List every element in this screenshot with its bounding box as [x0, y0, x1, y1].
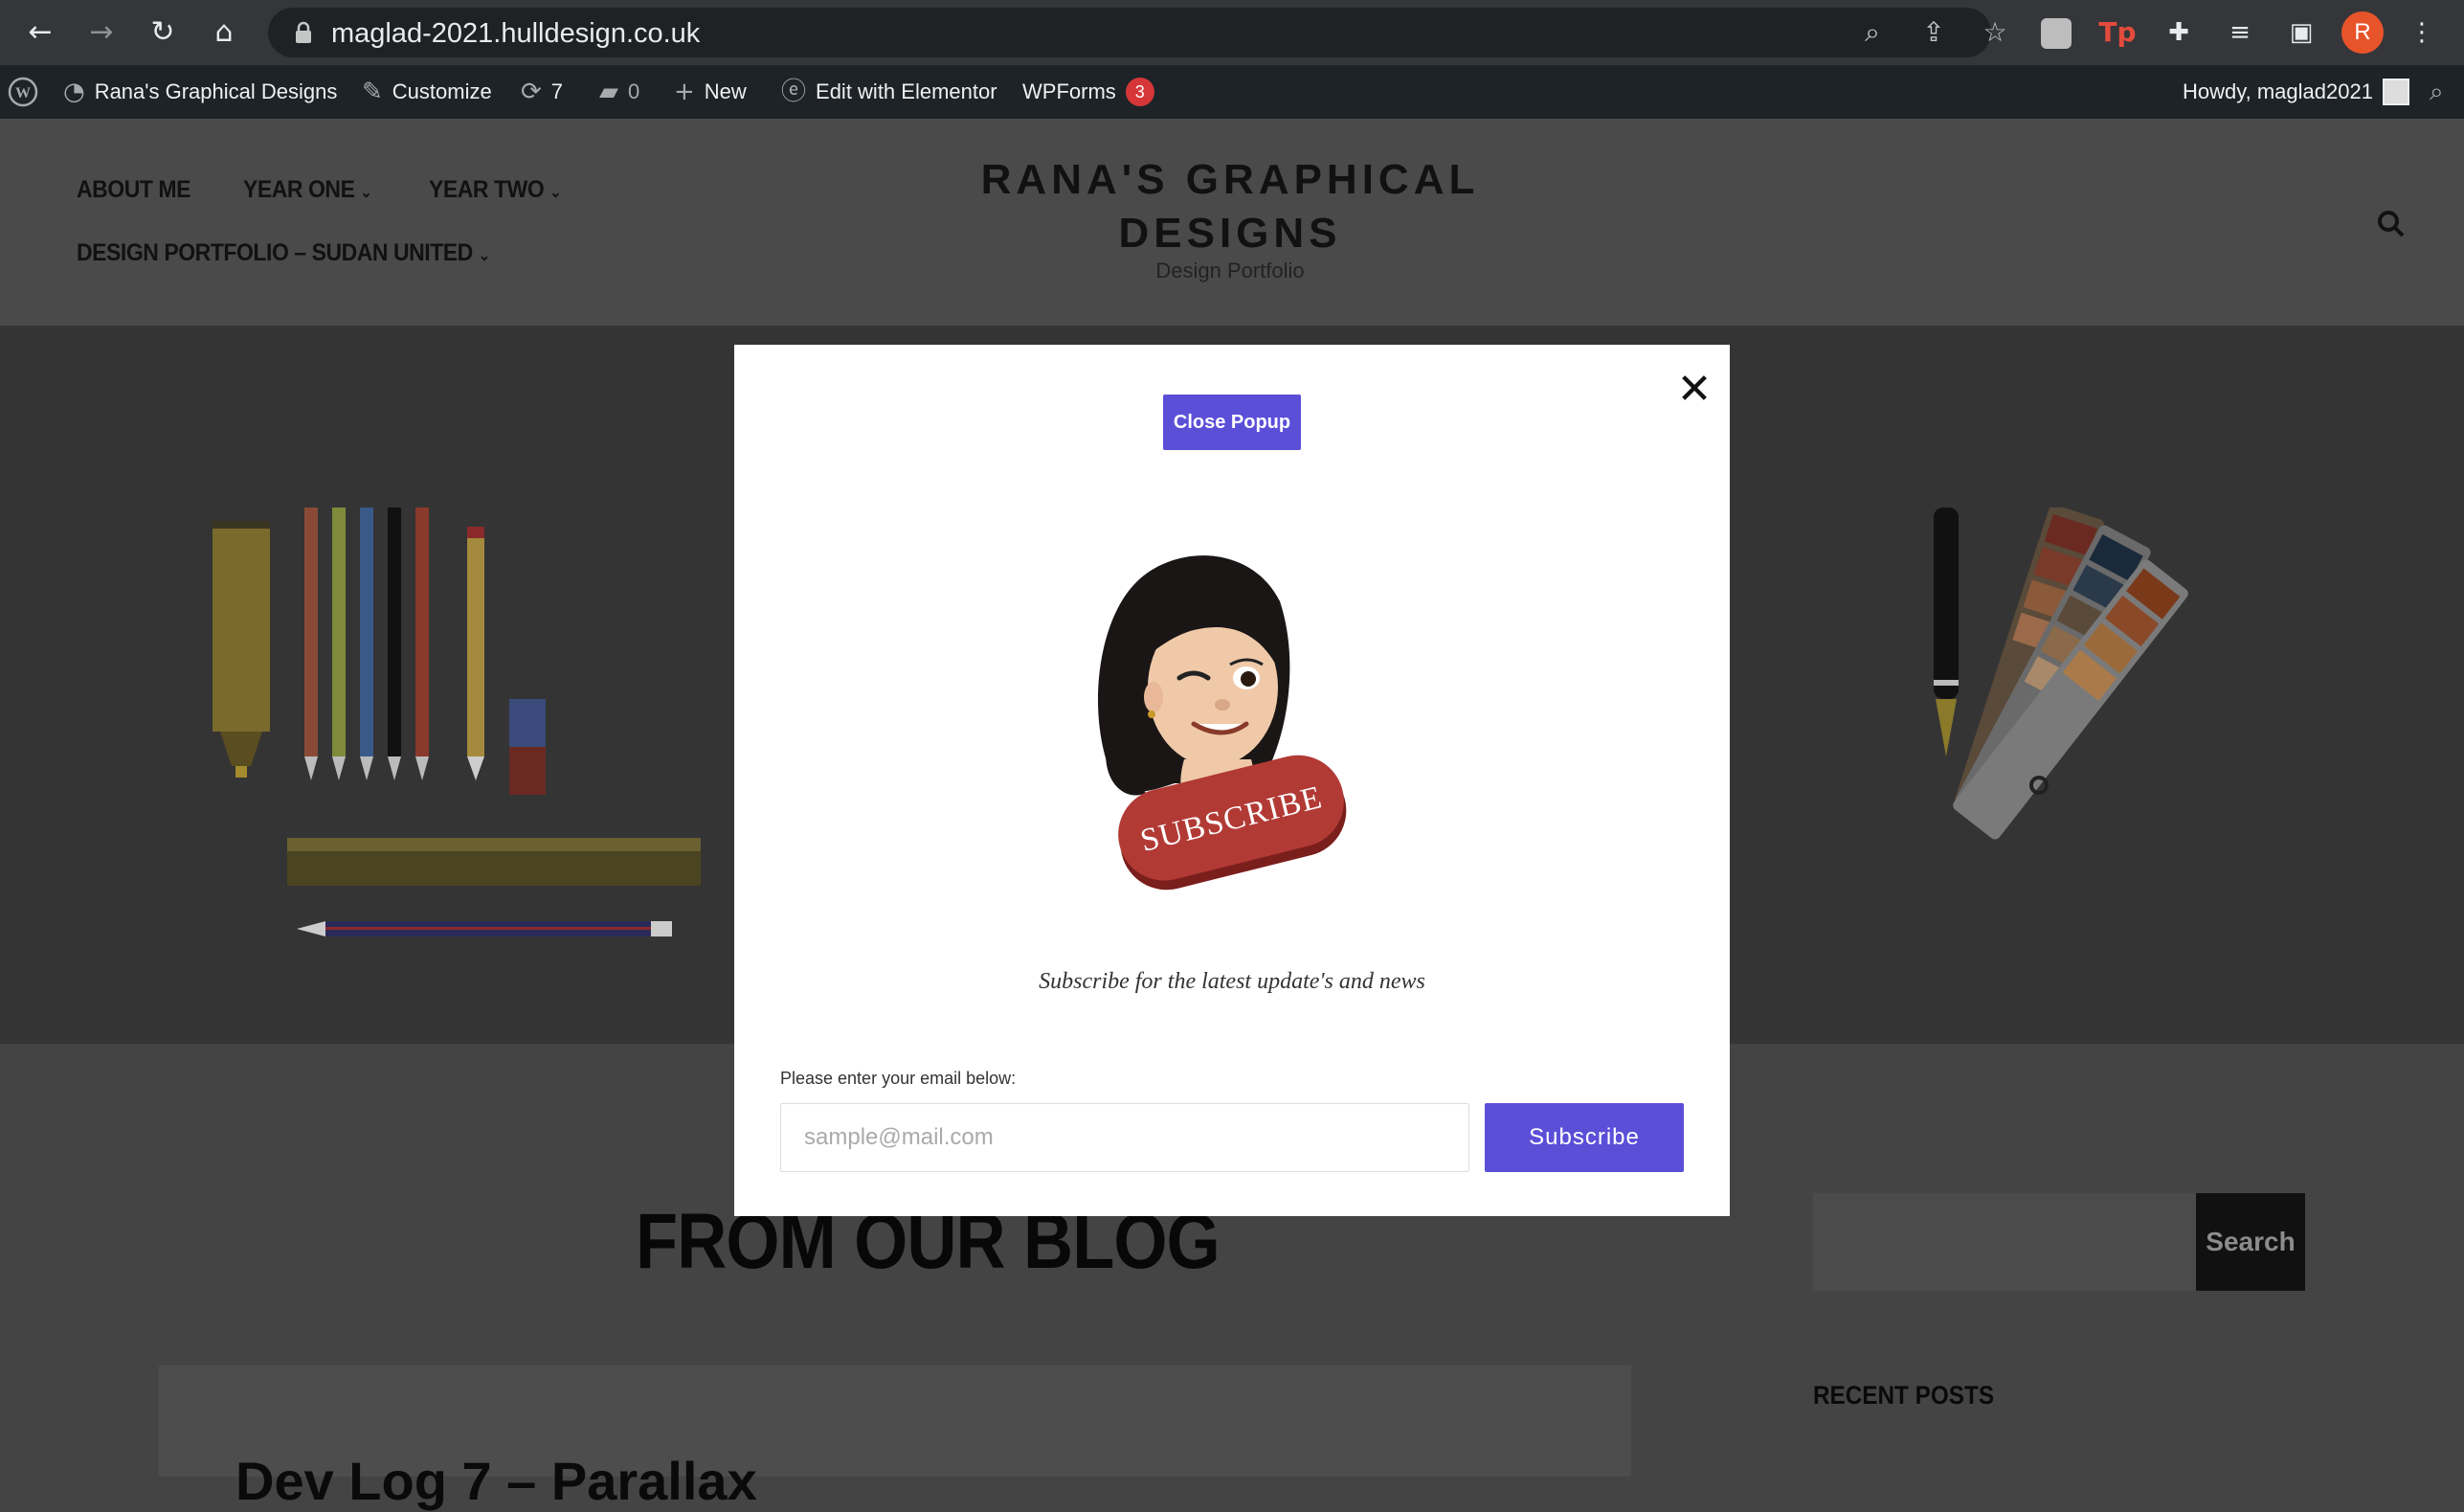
- search-icon[interactable]: [2372, 205, 2410, 243]
- tp-extension-icon[interactable]: Tp: [2098, 13, 2137, 52]
- subscribe-avatar-image: SUBSCRIBE: [1098, 555, 1347, 891]
- menu-item-year-two[interactable]: YEAR TWO ⌄: [429, 176, 562, 204]
- post-card[interactable]: Dev Log 7 – Parallax: [159, 1365, 1631, 1511]
- admin-customize[interactable]: ✎ Customize: [362, 65, 492, 119]
- close-icon[interactable]: ✕: [1672, 368, 1716, 412]
- close-popup-button[interactable]: Close Popup: [1163, 395, 1301, 450]
- site-title[interactable]: RANA'S GRAPHICAL DESIGNS: [967, 153, 1493, 260]
- address-bar[interactable]: maglad-2021.hulldesign.co.uk ⌕ ⇪ ☆: [268, 8, 2007, 57]
- extension-icon[interactable]: [2037, 13, 2075, 52]
- lock-icon: [296, 21, 311, 43]
- chevron-down-icon: ⌄: [549, 185, 562, 201]
- subscribe-button[interactable]: Subscribe: [1485, 1103, 1684, 1172]
- menu-item-year-one[interactable]: YEAR ONE ⌄: [243, 176, 372, 204]
- site-header: ABOUT ME YEAR ONE ⌄ YEAR TWO ⌄ DESIGN PO…: [0, 119, 2464, 326]
- dashboard-icon: ◔: [63, 78, 85, 106]
- updates-icon: ⟳: [521, 78, 542, 106]
- forward-icon[interactable]: →: [82, 13, 121, 52]
- recent-posts-heading: RECENT POSTS: [1813, 1381, 1995, 1410]
- stationery-left-illustration: [213, 508, 701, 937]
- wp-admin-bar: W ◔ Rana's Graphical Designs ✎ Customize…: [0, 65, 2464, 119]
- admin-search-icon[interactable]: ⌕: [2430, 65, 2444, 119]
- admin-comments[interactable]: ▰ 0: [599, 65, 639, 119]
- home-icon[interactable]: ⌂: [205, 13, 243, 52]
- browser-toolbar: ← → ↻ ⌂ maglad-2021.hulldesign.co.uk ⌕ ⇪…: [0, 0, 2464, 65]
- menu-item-design-portfolio[interactable]: DESIGN PORTFOLIO – SUDAN UNITED ⌄: [77, 239, 490, 267]
- wpforms-badge: 3: [1125, 78, 1154, 106]
- wordpress-logo-icon[interactable]: W: [8, 65, 38, 119]
- plus-icon: +: [674, 78, 695, 106]
- bookmark-star-icon[interactable]: ☆: [1978, 15, 2012, 50]
- email-field[interactable]: [780, 1103, 1469, 1172]
- email-label: Please enter your email below:: [780, 1069, 1017, 1088]
- admin-site-name[interactable]: ◔ Rana's Graphical Designs: [63, 65, 337, 119]
- profile-avatar[interactable]: R: [2341, 11, 2384, 54]
- admin-account[interactable]: Howdy, maglad2021: [2183, 65, 2409, 119]
- svg-text:W: W: [15, 85, 31, 102]
- chevron-down-icon: ⌄: [478, 248, 490, 264]
- zoom-icon[interactable]: ⌕: [1855, 15, 1890, 50]
- stationery-right-illustration: [1934, 508, 2188, 840]
- subscribe-popup: Close Popup ✕ SUBSCRIBE Subscribe for th…: [734, 345, 1730, 1216]
- comment-icon: ▰: [599, 78, 618, 106]
- back-icon[interactable]: ←: [21, 13, 59, 52]
- admin-wpforms[interactable]: WPForms 3: [1022, 65, 1154, 119]
- side-panel-icon[interactable]: ▣: [2282, 13, 2320, 52]
- more-menu-icon[interactable]: ⋮: [2403, 13, 2441, 52]
- reload-icon[interactable]: ↻: [144, 13, 182, 52]
- url-text[interactable]: maglad-2021.hulldesign.co.uk: [331, 18, 700, 50]
- media-queue-icon[interactable]: ≡: [2221, 13, 2259, 52]
- extensions-puzzle-icon[interactable]: ✚: [2160, 13, 2198, 52]
- post-title[interactable]: Dev Log 7 – Parallax: [235, 1450, 757, 1512]
- elementor-icon: ⓔ: [781, 78, 807, 106]
- sidebar-search-input[interactable]: [1813, 1193, 2200, 1291]
- sidebar-search-button[interactable]: Search: [2196, 1193, 2305, 1291]
- brush-icon: ✎: [362, 78, 383, 106]
- menu-item-about-me[interactable]: ABOUT ME: [77, 176, 190, 204]
- subscribe-description: Subscribe for the latest update's and ne…: [1039, 969, 1425, 994]
- site-tagline: Design Portfolio: [1155, 259, 1305, 282]
- admin-new[interactable]: + New: [674, 65, 747, 119]
- admin-edit-elementor[interactable]: ⓔ Edit with Elementor: [781, 65, 997, 119]
- share-icon[interactable]: ⇪: [1916, 15, 1951, 50]
- avatar: [2382, 79, 2409, 105]
- chevron-down-icon: ⌄: [360, 185, 372, 201]
- admin-updates[interactable]: ⟳ 7: [521, 65, 563, 119]
